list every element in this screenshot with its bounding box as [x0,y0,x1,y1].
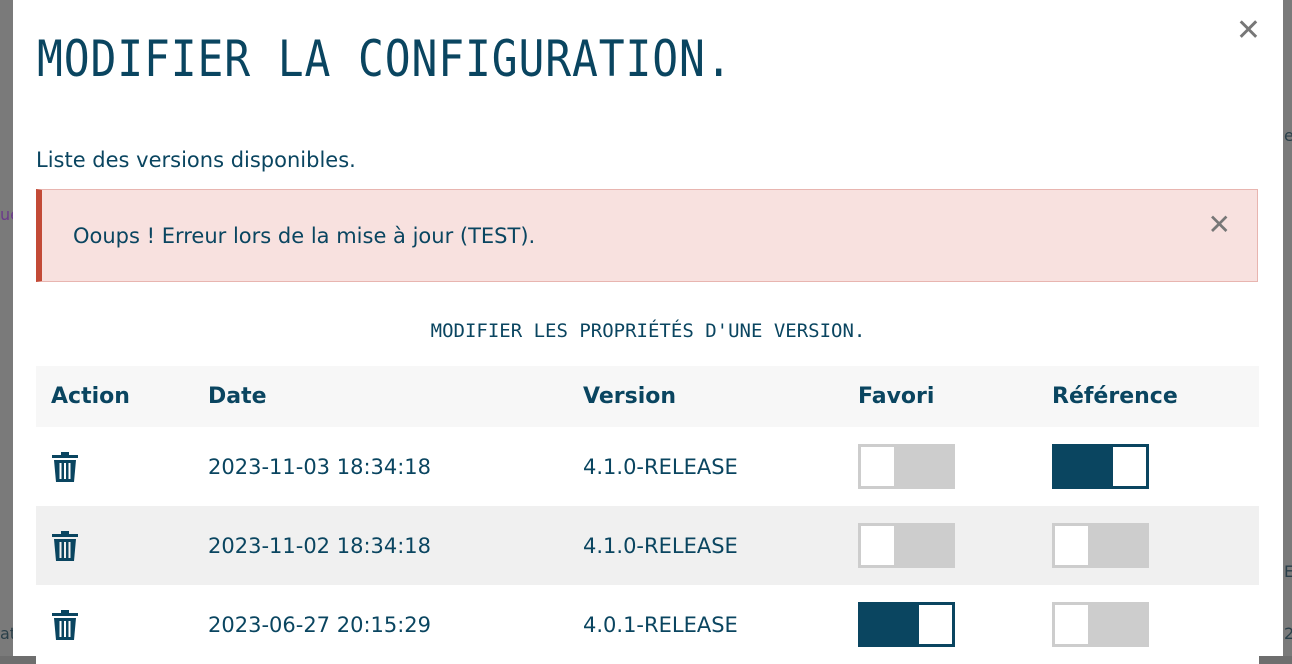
toggle-knob [1055,605,1088,644]
background-page-right [1282,0,1292,656]
row-date: 2023-11-02 18:34:18 [208,533,432,558]
row-date: 2023-11-03 18:34:18 [208,454,432,479]
row-version: 4.1.0-RELEASE [583,533,738,558]
background-text-fragment: 2 [1284,624,1292,643]
favori-toggle[interactable] [858,444,955,489]
toggle-knob [919,605,952,644]
toggle-knob [861,447,894,486]
reference-toggle[interactable] [1052,444,1149,489]
column-header-version: Version [583,384,677,409]
favori-toggle[interactable] [858,602,955,647]
versions-table: Action Date Version Favori Référence 202… [36,366,1259,664]
alert-message: Ooups ! Erreur lors de la mise à jour (T… [73,224,536,248]
toggle-knob [861,526,894,565]
modal-title: MODIFIER LA CONFIGURATION. [37,30,733,88]
reference-toggle[interactable] [1052,602,1149,647]
trash-icon[interactable] [51,609,79,641]
row-version: 4.1.0-RELEASE [583,454,738,479]
column-header-action: Action [51,384,130,409]
close-icon[interactable]: ✕ [1236,16,1261,46]
trash-icon[interactable] [51,530,79,562]
table-row: 2023-06-27 20:15:29 4.0.1-RELEASE [36,585,1259,664]
table-row: 2023-11-02 18:34:18 4.1.0-RELEASE [36,506,1259,585]
toggle-knob [1113,447,1146,486]
toggle-knob [1055,526,1088,565]
column-header-favori: Favori [858,384,935,409]
background-text-fragment: EA [1284,562,1292,581]
favori-toggle[interactable] [858,523,955,568]
row-date: 2023-06-27 20:15:29 [208,612,432,637]
table-header-row: Action Date Version Favori Référence [36,366,1259,427]
trash-icon[interactable] [51,451,79,483]
table-row: 2023-11-03 18:34:18 4.1.0-RELEASE [36,427,1259,506]
section-title: MODIFIER LES PROPRIÉTÉS D'UNE VERSION. [430,320,866,342]
column-header-reference: Référence [1052,384,1178,409]
background-page-left [0,0,14,656]
versions-subtitle: Liste des versions disponibles. [36,148,356,172]
configuration-modal: ✕ MODIFIER LA CONFIGURATION. Liste des v… [13,0,1283,664]
close-icon[interactable]: ✕ [1208,208,1231,241]
column-header-date: Date [208,384,267,409]
reference-toggle[interactable] [1052,523,1149,568]
background-text-fragment: et [1284,126,1292,145]
row-version: 4.0.1-RELEASE [583,612,738,637]
error-alert: Ooups ! Erreur lors de la mise à jour (T… [36,189,1258,282]
